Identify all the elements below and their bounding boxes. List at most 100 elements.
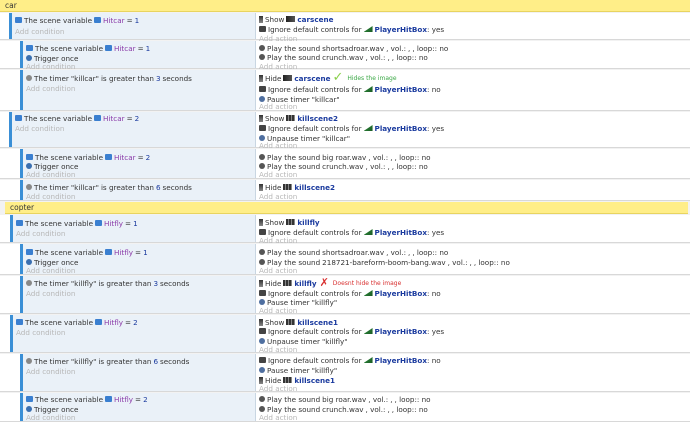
hide-icon: [259, 74, 263, 82]
variable-icon: [95, 220, 103, 226]
variable-icon: [26, 249, 33, 255]
actions-panel[interactable]: Hide carscene ✓ Hides the image Ignore defa…: [256, 70, 690, 111]
actions-panel[interactable]: Show killscene2 Ignore default controls f…: [256, 112, 690, 150]
group-header-copter[interactable]: copter: [5, 202, 688, 214]
variable-icon: [16, 319, 23, 325]
event-row[interactable]: The timer "killfly" is greater than 6 second…: [0, 354, 690, 393]
controls-icon: [259, 290, 266, 296]
variable-icon: [16, 220, 23, 226]
add-condition-link[interactable]: Add condition: [26, 366, 75, 376]
variable-icon: [26, 396, 33, 402]
event-row[interactable]: The scene variable Hitcar = 1 Trigger once …: [0, 41, 690, 71]
annotation-hides-image: Hides the image: [347, 74, 397, 82]
conditions-panel[interactable]: The scene variable Hitfly = 1 Trigger once …: [23, 244, 256, 275]
sprite-carscene-icon: [286, 16, 296, 22]
add-action-link[interactable]: Add action: [259, 169, 297, 179]
annotation-doesnt-hide: Doesnt hide the image: [332, 279, 402, 287]
add-action-link[interactable]: Add action: [259, 383, 297, 393]
event-row[interactable]: The scene variable Hitcar = 2 Trigger once …: [0, 149, 690, 179]
pause-timer-icon: [259, 367, 265, 373]
add-action-link[interactable]: Add action: [259, 101, 297, 111]
sound-icon: [259, 249, 265, 255]
actions-panel[interactable]: Show killscene1 Ignore default controls f…: [256, 315, 690, 354]
conditions-panel[interactable]: The timer "killcar" is greater than 3 second…: [23, 70, 256, 110]
controls-icon: [259, 125, 266, 131]
sprite-carscene-icon: [283, 75, 293, 81]
event-row[interactable]: The scene variable Hitcar = 2 Add condition…: [0, 112, 690, 150]
variable-icon: [105, 154, 113, 160]
sprite-playerhitbox-icon: [363, 328, 373, 334]
add-action-link[interactable]: Add action: [259, 265, 297, 275]
actions-panel[interactable]: Play the sound big roar.wav, vol.:,, loop…: [256, 393, 690, 422]
timer-icon: [26, 75, 32, 81]
event-row[interactable]: The timer "killcar" is greater than 3 second…: [0, 70, 690, 111]
actions-panel[interactable]: Ignore default controls for PlayerHitBox:…: [256, 354, 690, 393]
actions-panel[interactable]: Hide killfly ✗ Doesnt hide the image Ignore…: [256, 276, 690, 315]
add-condition-link[interactable]: Add condition: [15, 26, 64, 36]
sprite-playerhitbox-icon: [363, 229, 373, 235]
conditions-panel[interactable]: The timer "killcar" is greater than 6 second…: [23, 180, 256, 201]
add-action-link[interactable]: Add action: [259, 191, 297, 201]
conditions-panel[interactable]: The scene variable Hitcar = 2 Add condition: [12, 112, 256, 147]
show-icon: [259, 15, 263, 23]
add-condition-link[interactable]: Add condition: [26, 191, 75, 201]
show-icon: [259, 218, 263, 226]
controls-icon: [259, 26, 266, 32]
controls-icon: [259, 328, 266, 334]
event-row[interactable]: The scene variable Hitfly = 1 Trigger once …: [0, 244, 690, 275]
actions-panel[interactable]: Play the sound shortsadroar.wav, vol.:,, …: [256, 41, 690, 71]
add-condition-link[interactable]: Add condition: [26, 83, 75, 93]
event-row[interactable]: The scene variable Hitfly = 2 Add condition…: [0, 315, 690, 354]
variable-icon: [105, 45, 113, 51]
add-condition-link[interactable]: Add condition: [26, 265, 75, 275]
group-header-car[interactable]: car: [0, 0, 690, 12]
variable-icon: [95, 319, 103, 325]
conditions-panel[interactable]: The timer "killfly" is greater than 3 second…: [23, 276, 256, 313]
sprite-killscene1-icon: [286, 319, 296, 325]
show-icon: [259, 114, 263, 122]
event-row[interactable]: The scene variable Hitfly = 1 Add condition…: [0, 215, 690, 245]
add-action-link[interactable]: Add action: [259, 305, 297, 315]
controls-icon: [259, 357, 266, 363]
variable-icon: [15, 115, 22, 121]
event-row[interactable]: The scene variable Hitcar = 1 Add condition…: [0, 13, 690, 43]
sprite-playerhitbox-icon: [363, 26, 373, 32]
sprite-playerhitbox-icon: [363, 357, 373, 363]
actions-panel[interactable]: Show carscene Ignore default controls for…: [256, 13, 690, 43]
sprite-playerhitbox-icon: [363, 86, 373, 92]
conditions-panel[interactable]: The timer "killfly" is greater than 6 second…: [23, 354, 256, 391]
variable-icon: [26, 45, 33, 51]
add-condition-link[interactable]: Add condition: [16, 327, 65, 337]
sprite-playerhitbox-icon: [363, 290, 373, 296]
event-row[interactable]: The timer "killfly" is greater than 3 second…: [0, 276, 690, 315]
add-condition-link[interactable]: Add condition: [26, 169, 75, 179]
conditions-panel[interactable]: The scene variable Hitfly = 2 Trigger once …: [23, 393, 256, 422]
timer-icon: [26, 358, 32, 364]
event-row[interactable]: The timer "killcar" is greater than 6 second…: [0, 180, 690, 201]
cross-mark-icon: ✗: [319, 276, 329, 289]
conditions-panel[interactable]: The scene variable Hitfly = 2 Add condition: [13, 315, 256, 352]
actions-panel[interactable]: Show killfly Ignore default controls for P…: [256, 215, 690, 245]
conditions-panel[interactable]: The scene variable Hitfly = 1 Add condition: [13, 215, 256, 242]
add-condition-link[interactable]: Add condition: [26, 412, 75, 422]
conditions-panel[interactable]: The scene variable Hitcar = 1 Add condition: [12, 13, 256, 39]
add-action-link[interactable]: Add action: [259, 344, 297, 354]
conditions-panel[interactable]: The scene variable Hitcar = 1 Trigger once …: [23, 41, 256, 71]
sound-icon: [259, 45, 265, 51]
check-mark-icon: ✓: [332, 70, 344, 85]
actions-panel[interactable]: Hide killscene2 Add action: [256, 180, 690, 201]
add-condition-link[interactable]: Add condition: [15, 123, 64, 133]
variable-icon: [94, 115, 102, 121]
group-title: car: [5, 1, 17, 10]
conditions-panel[interactable]: The scene variable Hitcar = 2 Trigger once …: [23, 149, 256, 179]
actions-panel[interactable]: Play the sound big roar.wav, vol.:,, loop…: [256, 149, 690, 179]
add-condition-link[interactable]: Add condition: [26, 288, 75, 298]
variable-icon: [94, 17, 102, 23]
hide-icon: [259, 279, 263, 287]
actions-panel[interactable]: Play the sound shortsadroar.wav, vol.:,, …: [256, 244, 690, 275]
timer-icon: [26, 280, 32, 286]
add-condition-link[interactable]: Add condition: [16, 228, 65, 238]
event-row[interactable]: The scene variable Hitfly = 2 Trigger once …: [0, 393, 690, 422]
add-action-link[interactable]: Add action: [259, 412, 297, 422]
hide-icon: [259, 183, 263, 191]
